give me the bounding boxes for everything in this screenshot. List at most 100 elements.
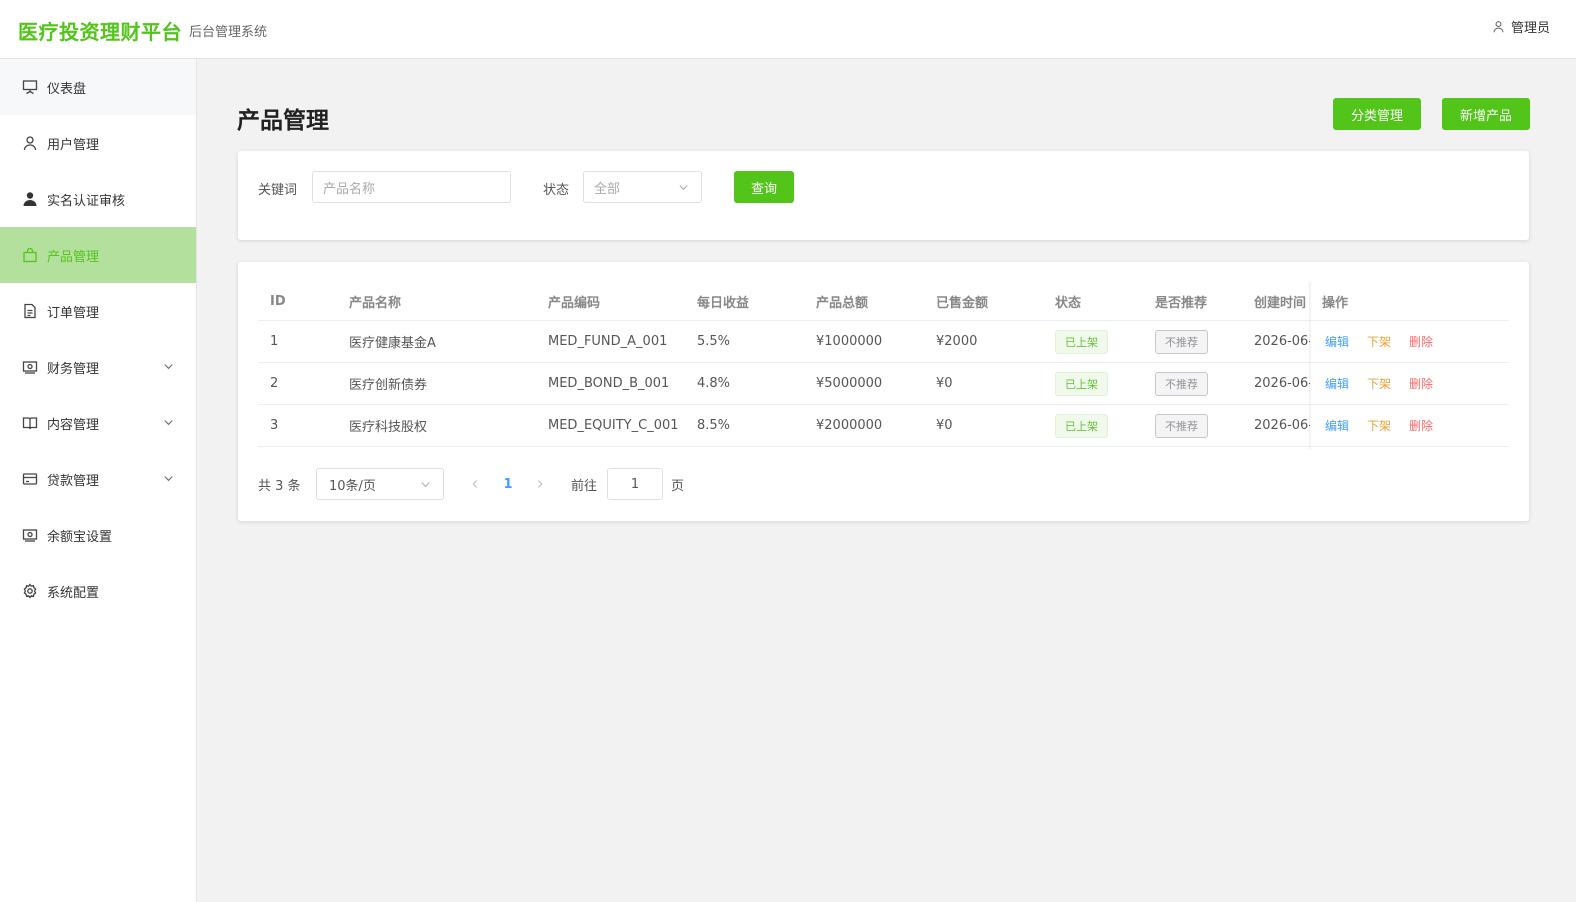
sidebar-item-orders[interactable]: 订单管理 [0, 283, 196, 339]
sidebar-item-products[interactable]: 产品管理 [0, 227, 196, 283]
column-header: 操作 [1322, 295, 1349, 311]
goto-label: 前往 [571, 478, 598, 494]
cell-total: ¥1000000 [816, 334, 883, 349]
cell-code: MED_EQUITY_C_001 [548, 418, 679, 433]
sidebar-item-label: 内容管理 [47, 417, 100, 433]
filter-panel: 关键词 产品名称 状态 全部 查询 [238, 151, 1529, 240]
status-select[interactable]: 全部 [583, 171, 702, 203]
credit-card-icon [22, 471, 38, 487]
recommend-toggle[interactable]: 不推荐 [1155, 371, 1208, 396]
edit-button[interactable]: 编辑 [1325, 333, 1349, 350]
sidebar-item-label: 产品管理 [47, 249, 100, 265]
money-icon [22, 359, 38, 375]
chevron-down-icon [421, 482, 430, 488]
sidebar-item-label: 贷款管理 [47, 473, 100, 489]
delete-button[interactable]: 删除 [1409, 375, 1433, 392]
category-manage-button[interactable]: 分类管理 [1333, 98, 1421, 130]
total-count: 共 3 条 [258, 478, 301, 494]
cell-daily-yield: 5.5% [697, 334, 731, 349]
sidebar-item-finance[interactable]: 财务管理 [0, 339, 196, 395]
keyword-input[interactable]: 产品名称 [312, 171, 511, 203]
wallet-icon [22, 527, 38, 543]
status-badge: 已上架 [1055, 413, 1108, 438]
shopping-bag-icon [22, 247, 38, 263]
user-name: 管理员 [1510, 21, 1550, 36]
user-filled-icon [22, 191, 38, 207]
chevron-down-icon [679, 185, 688, 191]
sidebar-item-content[interactable]: 内容管理 [0, 395, 196, 451]
document-icon [22, 303, 38, 319]
cell-name: 医疗创新债券 [349, 378, 428, 393]
user-icon [22, 135, 38, 151]
page-size-select[interactable]: 10条/页 [316, 468, 444, 500]
sidebar-item-system-config[interactable]: 系统配置 [0, 563, 196, 619]
edit-button[interactable]: 编辑 [1325, 417, 1349, 434]
add-product-button[interactable]: 新增产品 [1442, 98, 1530, 130]
sidebar-item-verification[interactable]: 实名认证审核 [0, 171, 196, 227]
next-page-button[interactable] [533, 468, 547, 500]
system-subtitle: 后台管理系统 [189, 25, 268, 40]
delete-button[interactable]: 删除 [1409, 417, 1433, 434]
column-header: 是否推荐 [1155, 295, 1208, 311]
main-content: 产品管理 分类管理 新增产品 关键词 产品名称 状态 全部 查询 ID 产品名称… [197, 59, 1576, 902]
cell-code: MED_FUND_A_001 [548, 334, 668, 349]
product-table: ID 产品名称 产品编码 每日收益 产品总额 已售金额 状态 是否推荐 创建时间… [258, 282, 1509, 449]
sidebar-item-dashboard[interactable]: 仪表盘 [0, 59, 196, 115]
fixed-column-shadow [1309, 282, 1312, 449]
table-header: ID 产品名称 产品编码 每日收益 产品总额 已售金额 状态 是否推荐 创建时间… [258, 282, 1509, 321]
presentation-board-icon [22, 79, 38, 95]
offline-button[interactable]: 下架 [1367, 333, 1391, 350]
table-row: 3 医疗科技股权 MED_EQUITY_C_001 8.5% ¥2000000 … [258, 405, 1509, 447]
column-header: 产品编码 [548, 295, 601, 311]
sidebar: 仪表盘 用户管理 实名认证审核 产品管理 订单管理 财务管理 内容管理 贷款管理… [0, 59, 197, 902]
delete-button[interactable]: 删除 [1409, 333, 1433, 350]
sidebar-item-label: 实名认证审核 [47, 193, 126, 209]
cell-sold: ¥2000 [936, 334, 978, 349]
cell-sold: ¥0 [936, 418, 953, 433]
pagination: 共 3 条 10条/页 1 前往 1 页 [258, 468, 858, 500]
page-number-current[interactable]: 1 [498, 468, 518, 500]
edit-button[interactable]: 编辑 [1325, 375, 1349, 392]
offline-button[interactable]: 下架 [1367, 417, 1391, 434]
table-row: 2 医疗创新债券 MED_BOND_B_001 4.8% ¥5000000 ¥0… [258, 363, 1509, 405]
query-button[interactable]: 查询 [734, 171, 794, 203]
cell-name: 医疗健康基金A [349, 336, 436, 351]
cell-total: ¥5000000 [816, 376, 883, 391]
column-header: 已售金额 [936, 295, 989, 311]
cell-daily-yield: 4.8% [697, 376, 731, 391]
product-table-panel: ID 产品名称 产品编码 每日收益 产品总额 已售金额 状态 是否推荐 创建时间… [238, 262, 1529, 521]
recommend-toggle[interactable]: 不推荐 [1155, 329, 1208, 354]
prev-page-button[interactable] [468, 468, 482, 500]
cell-id: 2 [270, 376, 279, 391]
chevron-left-icon [472, 480, 478, 488]
sidebar-item-users[interactable]: 用户管理 [0, 115, 196, 171]
keyword-label: 关键词 [258, 183, 298, 198]
user-menu[interactable]: 管理员 [1492, 17, 1550, 36]
chevron-down-icon [164, 420, 173, 426]
offline-button[interactable]: 下架 [1367, 375, 1391, 392]
goto-page-input[interactable]: 1 [607, 468, 663, 500]
sidebar-item-yuebao[interactable]: 余额宝设置 [0, 507, 196, 563]
column-header: ID [270, 293, 286, 309]
chevron-down-icon [164, 364, 173, 370]
sidebar-item-loans[interactable]: 贷款管理 [0, 451, 196, 507]
book-icon [22, 415, 38, 431]
cell-total: ¥2000000 [816, 418, 883, 433]
cell-created: 2026-06- [1254, 376, 1310, 391]
top-header: 医疗投资理财平台 后台管理系统 管理员 [0, 0, 1576, 59]
chevron-down-icon [164, 476, 173, 482]
table-row: 1 医疗健康基金A MED_FUND_A_001 5.5% ¥1000000 ¥… [258, 321, 1509, 363]
column-header: 创建时间 [1254, 295, 1307, 311]
recommend-toggle[interactable]: 不推荐 [1155, 413, 1208, 438]
sidebar-item-label: 余额宝设置 [47, 529, 113, 545]
column-header: 状态 [1055, 295, 1082, 311]
chevron-right-icon [537, 480, 543, 488]
sidebar-item-label: 用户管理 [47, 137, 100, 153]
cell-sold: ¥0 [936, 376, 953, 391]
sidebar-item-label: 仪表盘 [47, 81, 87, 97]
cell-name: 医疗科技股权 [349, 420, 428, 435]
column-header: 产品名称 [349, 295, 402, 311]
cell-id: 3 [270, 418, 279, 433]
cell-code: MED_BOND_B_001 [548, 376, 670, 391]
cell-id: 1 [270, 334, 279, 349]
